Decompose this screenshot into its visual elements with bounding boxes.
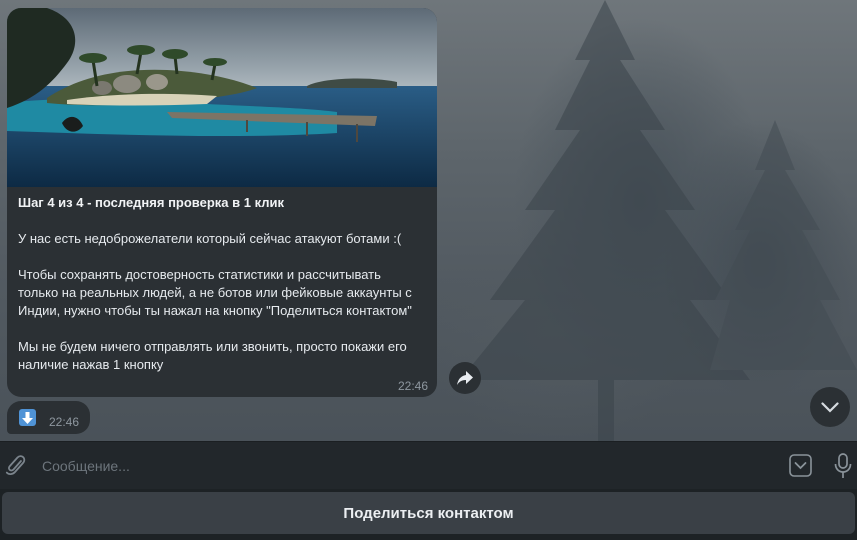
message-input[interactable] [42, 455, 742, 477]
message-bubble[interactable]: Шаг 4 из 4 - последняя проверка в 1 клик… [7, 8, 437, 397]
reply-keyboard: Поделиться контактом [0, 489, 857, 540]
background-tree-image [460, 0, 857, 441]
chat-background: Шаг 4 из 4 - последняя проверка в 1 клик… [0, 0, 857, 441]
share-contact-button[interactable]: Поделиться контактом [2, 492, 855, 534]
message-composer [0, 441, 857, 489]
message-title: Шаг 4 из 4 - последняя проверка в 1 клик [18, 195, 285, 210]
message-time: 22:46 [397, 379, 428, 393]
keyboard-toggle-icon[interactable] [789, 454, 812, 477]
message-bubble-emoji[interactable]: 22:46 [7, 401, 90, 434]
forward-button[interactable] [449, 362, 481, 394]
forward-arrow-icon [457, 371, 473, 385]
paperclip-icon[interactable] [5, 454, 27, 478]
message-text: У нас есть недоброжелатели который сейча… [18, 231, 412, 372]
chevron-down-icon [821, 401, 839, 413]
microphone-icon[interactable] [834, 453, 852, 479]
message-photo[interactable] [7, 8, 437, 187]
scroll-down-button[interactable] [810, 387, 850, 427]
message-time: 22:46 [49, 415, 80, 429]
down-arrow-emoji-icon [19, 409, 36, 426]
